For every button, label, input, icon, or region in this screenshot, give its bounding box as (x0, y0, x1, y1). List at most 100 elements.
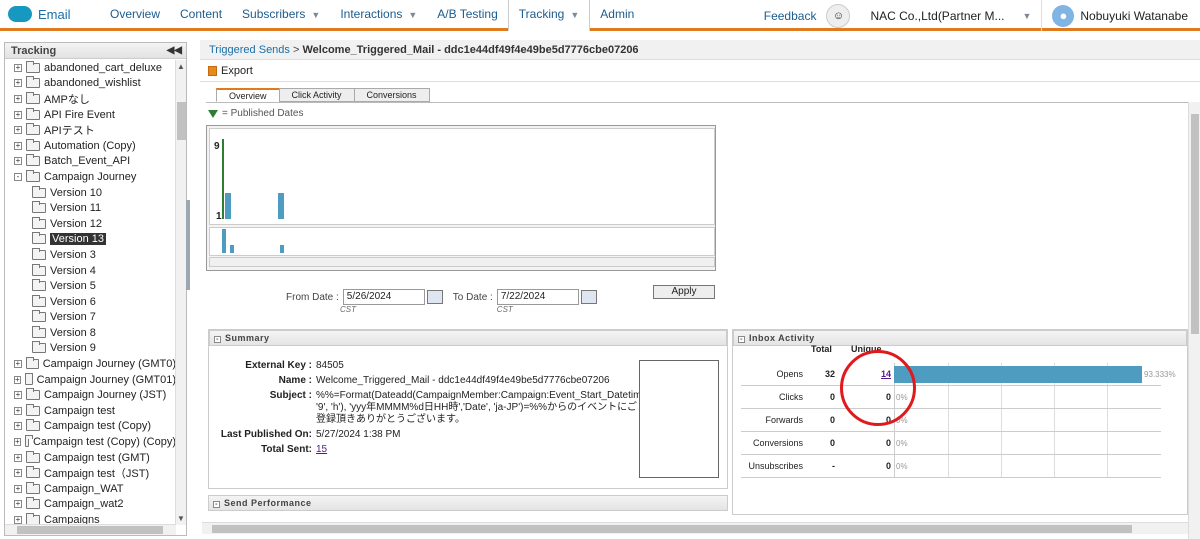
nav-item-a-b-testing[interactable]: A/B Testing (427, 0, 507, 30)
main-scroll-thumb[interactable] (1191, 114, 1199, 334)
nav-item-tracking[interactable]: Tracking ▼ (507, 0, 591, 31)
calendar-icon[interactable] (426, 290, 443, 304)
collapse-icon[interactable]: ◀◀ (167, 43, 182, 59)
user-menu[interactable]: ● Nobuyuki Watanabe (1041, 0, 1200, 31)
tree-item[interactable]: + Automation (Copy) (5, 138, 176, 154)
apply-button[interactable]: Apply (653, 285, 715, 299)
summary-header[interactable]: - Summary (209, 330, 727, 346)
chart-navigator[interactable] (209, 227, 715, 256)
app-logo[interactable]: Email (0, 6, 100, 22)
collapse-icon[interactable]: - (14, 172, 22, 181)
main-hscroll-thumb[interactable] (212, 525, 1132, 533)
tree-item[interactable]: + Campaign test（JST) (5, 465, 176, 481)
tree-item[interactable]: + abandoned_wishlist (5, 76, 176, 92)
expand-icon[interactable]: + (14, 484, 22, 493)
breadcrumb-link[interactable]: Triggered Sends (209, 44, 290, 56)
tree-item[interactable]: Version 4 (5, 263, 176, 279)
expand-icon[interactable]: + (14, 406, 22, 415)
einstein-icon[interactable]: ☺ (826, 3, 851, 28)
tree-item[interactable]: + Campaign Journey (JST) (5, 387, 176, 403)
expand-icon[interactable]: + (14, 126, 22, 135)
summary-row: Last Published On: 5/27/2024 1:38 PM (219, 429, 646, 441)
feedback-link[interactable]: Feedback (758, 9, 823, 23)
scroll-thumb[interactable] (177, 102, 186, 140)
tree-item[interactable]: + Campaign test (GMT) (5, 450, 176, 466)
tree-item[interactable]: Version 8 (5, 325, 176, 341)
tree-item[interactable]: + Campaign Journey (GMT0) (5, 356, 176, 372)
expand-icon[interactable]: + (14, 453, 22, 462)
expand-icon[interactable]: + (14, 360, 22, 369)
tree-item[interactable]: Version 9 (5, 341, 176, 357)
collapse-icon[interactable]: - (214, 336, 221, 343)
folder-icon (26, 138, 40, 151)
total-sent-link[interactable]: 15 (316, 444, 327, 455)
expand-icon[interactable]: + (14, 516, 22, 525)
tree-item[interactable]: + AMPなし (5, 91, 176, 107)
export-button[interactable]: Export (221, 65, 253, 77)
tree-item[interactable]: + Campaign test (Copy) (Copy) (5, 434, 176, 450)
expand-icon[interactable]: + (14, 94, 22, 103)
send-performance-header[interactable]: - Send Performance (208, 495, 728, 511)
expand-icon[interactable]: + (14, 79, 22, 88)
tree-item[interactable]: Version 5 (5, 278, 176, 294)
total-value: 32 (824, 369, 835, 379)
tree-item[interactable]: Version 7 (5, 310, 176, 326)
sidebar-hscrollbar[interactable] (5, 524, 176, 535)
nav-item-admin[interactable]: Admin (590, 0, 644, 30)
tree-item[interactable]: + Campaign test (Copy) (5, 419, 176, 435)
tree-item[interactable]: + abandoned_cart_deluxe (5, 60, 176, 76)
tree-item[interactable]: + Campaign Journey (GMT01) (5, 372, 176, 388)
scroll-up-icon[interactable]: ▲ (177, 62, 185, 71)
tab-overview[interactable]: Overview (216, 88, 280, 102)
org-selector[interactable]: NAC Co.,Ltd(Partner M... (862, 9, 1022, 23)
expand-icon[interactable]: + (14, 438, 21, 447)
tree-item[interactable]: + Campaign_WAT (5, 481, 176, 497)
published-marker-icon (208, 109, 218, 118)
scroll-down-icon[interactable]: ▼ (177, 514, 185, 523)
hscroll-thumb[interactable] (17, 526, 163, 534)
nav-item-subscribers[interactable]: Subscribers ▼ (232, 0, 330, 30)
main-hscrollbar[interactable] (202, 522, 1188, 534)
expand-icon[interactable]: + (14, 469, 22, 478)
expand-icon[interactable]: + (14, 422, 22, 431)
to-date-input[interactable]: 7/22/2024 (496, 289, 579, 305)
chevron-down-icon[interactable]: ▼ (1022, 11, 1031, 21)
tree-item[interactable]: + Campaign_wat2 (5, 497, 176, 513)
from-date-input[interactable]: 5/26/2024 (342, 289, 425, 305)
tree-item[interactable]: Version 13 (5, 232, 176, 248)
tree-item[interactable]: + API Fire Event (5, 107, 176, 123)
chart-scrollbar[interactable] (209, 257, 715, 267)
tree-item[interactable]: Version 10 (5, 185, 176, 201)
tree-item[interactable]: - Campaign Journey (5, 169, 176, 185)
calendar-icon[interactable] (580, 290, 597, 304)
panel-splitter[interactable] (186, 200, 190, 290)
expand-icon[interactable]: + (14, 141, 22, 150)
sidebar-scrollbar[interactable]: ▲ ▼ (175, 60, 186, 525)
tree-item[interactable]: + APIテスト (5, 122, 176, 138)
expand-icon[interactable]: + (14, 391, 22, 400)
expand-icon[interactable]: + (14, 500, 22, 509)
email-preview-thumbnail[interactable] (639, 360, 719, 478)
tree-item[interactable]: Version 11 (5, 200, 176, 216)
tree-item[interactable]: Version 6 (5, 294, 176, 310)
tree-item[interactable]: Version 3 (5, 247, 176, 263)
export-icon[interactable] (208, 65, 217, 76)
tree-item[interactable]: Version 12 (5, 216, 176, 232)
inbox-header[interactable]: - Inbox Activity (733, 330, 1187, 346)
tab-click-activity[interactable]: Click Activity (278, 88, 355, 102)
expand-icon[interactable]: + (14, 157, 22, 166)
collapse-icon[interactable]: - (738, 336, 745, 343)
main-scrollbar[interactable] (1188, 102, 1200, 539)
expand-icon[interactable]: + (14, 63, 22, 72)
nav-item-overview[interactable]: Overview (100, 0, 170, 30)
nav-item-content[interactable]: Content (170, 0, 232, 30)
tab-conversions[interactable]: Conversions (353, 88, 430, 102)
tree-item[interactable]: + Batch_Event_API (5, 154, 176, 170)
nav-item-interactions[interactable]: Interactions ▼ (330, 0, 427, 30)
tree-item[interactable]: + Campaign test (5, 403, 176, 419)
expand-icon[interactable]: + (14, 375, 21, 384)
summary-value: 84505 (316, 360, 344, 371)
collapse-icon[interactable]: - (213, 501, 220, 508)
inbox-row: Opens 32 14 93.333% (741, 363, 1176, 386)
expand-icon[interactable]: + (14, 110, 22, 119)
